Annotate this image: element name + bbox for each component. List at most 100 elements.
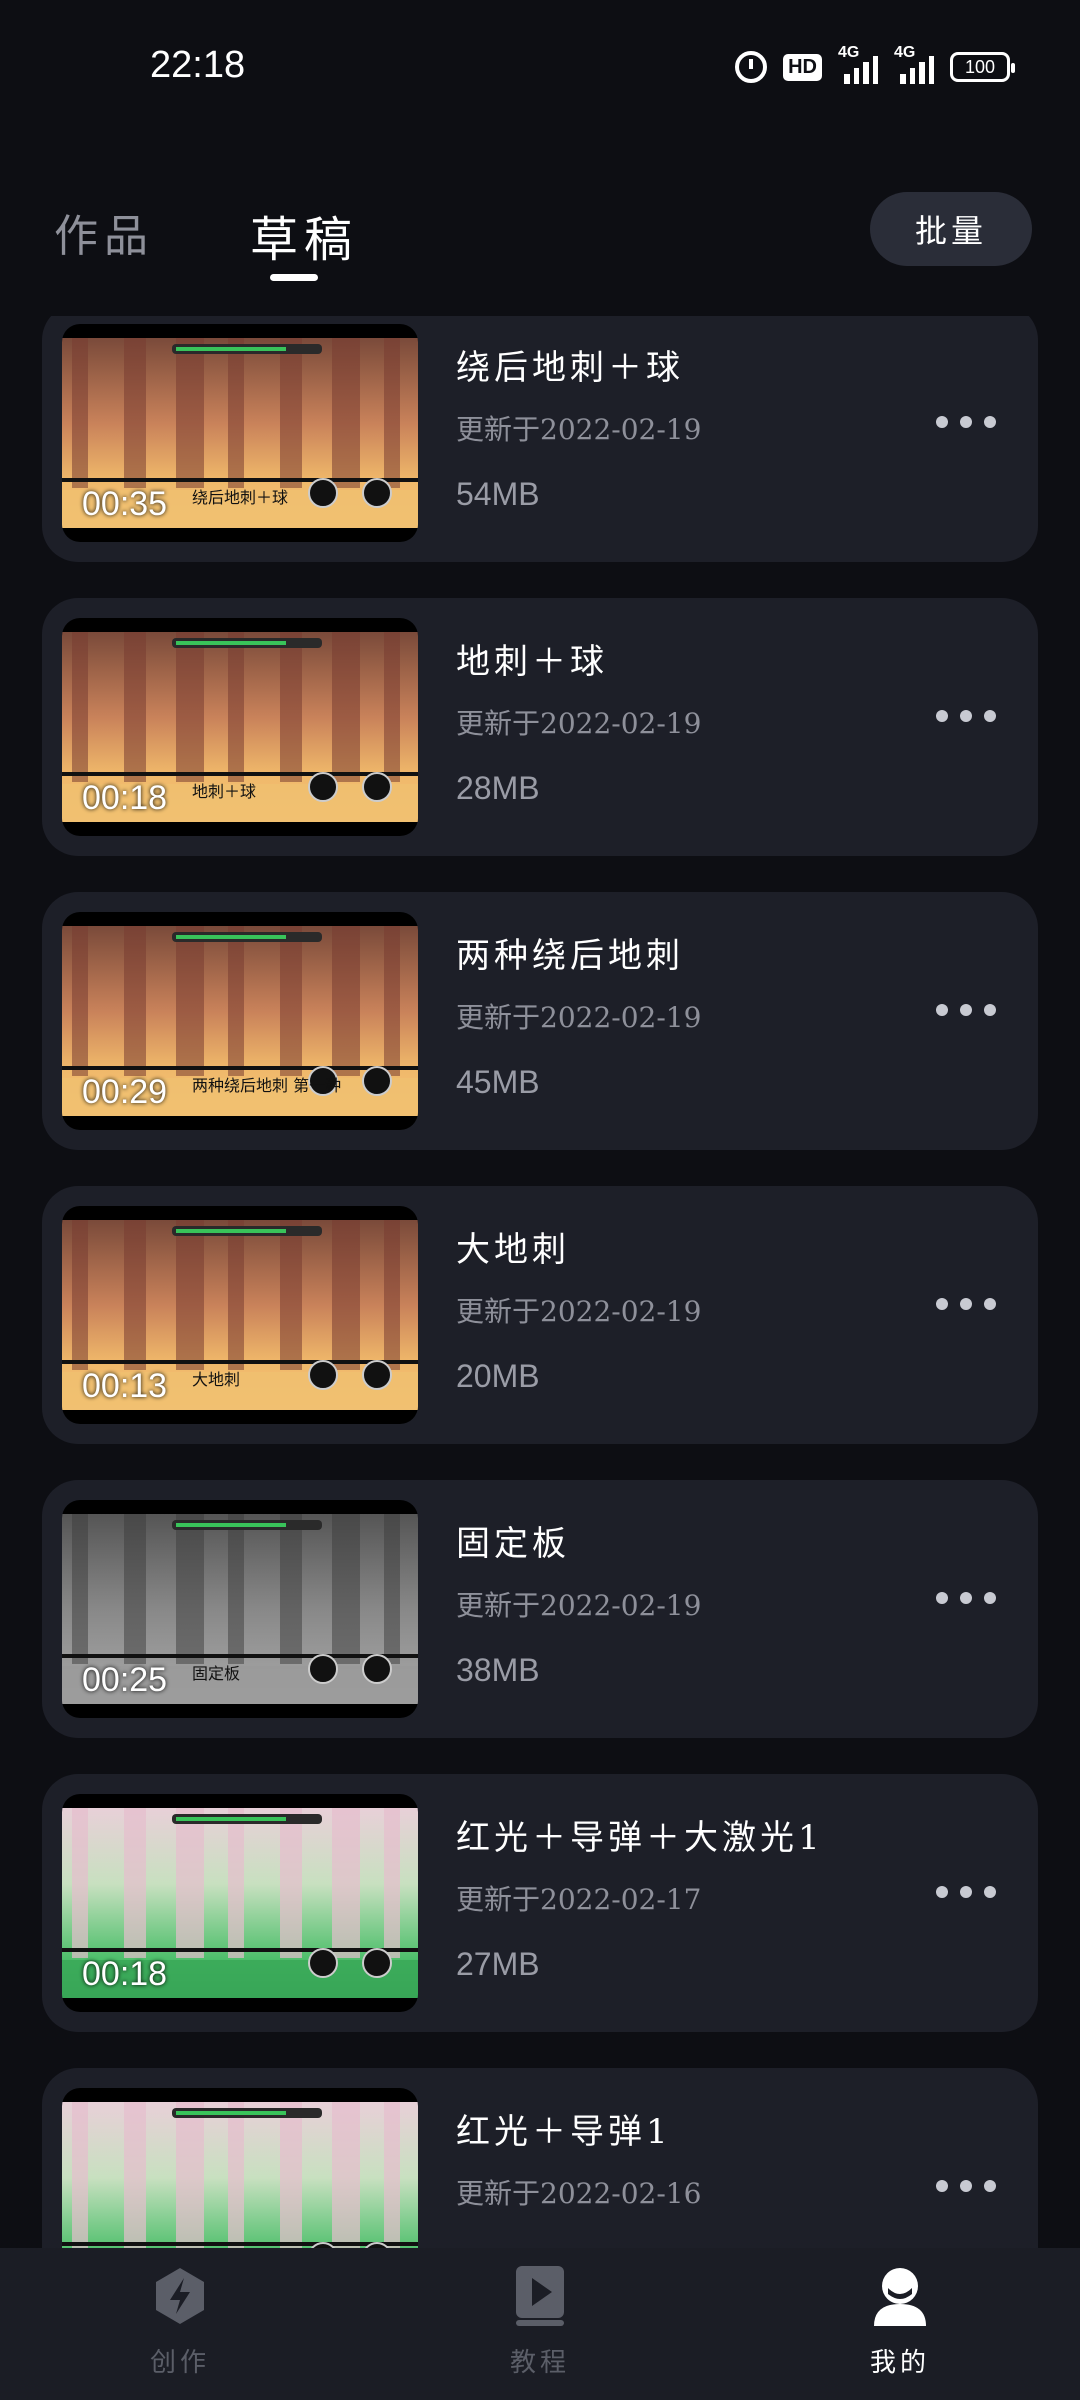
draft-card[interactable]: 大地刺 00:13 大地刺 更新于2022-02-19 20MB — [42, 1186, 1038, 1444]
draft-thumbnail[interactable]: 地刺＋球 00:18 — [62, 618, 418, 836]
draft-thumbnail[interactable]: 00:18 — [62, 1794, 418, 2012]
alarm-icon — [735, 51, 768, 83]
skill-icon — [362, 1360, 392, 1390]
dot-icon — [960, 710, 972, 722]
thumbnail-caption: 地刺＋球 — [192, 782, 257, 801]
draft-card[interactable]: 两种绕后地刺 第一种 00:29 两种绕后地刺 更新于2022-02-19 45… — [42, 892, 1038, 1150]
thumbnail-ground-line — [62, 478, 418, 482]
more-options-button[interactable] — [936, 710, 996, 722]
draft-updated-date: 更新于2022-02-19 — [456, 413, 702, 446]
skill-icon — [308, 1360, 338, 1390]
skill-icon — [362, 772, 392, 802]
skill-icon — [362, 1066, 392, 1096]
more-options-button[interactable] — [936, 2180, 996, 2192]
dot-icon — [936, 1004, 948, 1016]
thumbnail-hud — [172, 1226, 322, 1236]
nav-tutorial[interactable]: 教程 — [440, 2264, 640, 2379]
top-tabs: 作品 草稿 批量 — [0, 180, 1080, 300]
skill-icon — [362, 1654, 392, 1684]
tab-drafts[interactable]: 草稿 — [250, 200, 358, 270]
draft-file-size: 20MB — [456, 1358, 540, 1394]
thumbnail-ground-line — [62, 1948, 418, 1952]
dot-icon — [984, 1004, 996, 1016]
draft-thumbnail[interactable] — [62, 2088, 418, 2248]
dot-icon — [984, 2180, 996, 2192]
draft-thumbnail[interactable]: 两种绕后地刺 第一种 00:29 — [62, 912, 418, 1130]
draft-title: 大地刺 — [456, 1230, 570, 1270]
thumbnail-caption: 两种绕后地刺 第一种 — [192, 1076, 342, 1095]
draft-file-size: 27MB — [456, 1946, 540, 1982]
bottom-nav: 创作 教程 我的 — [0, 2248, 1080, 2400]
skill-icon — [308, 1654, 338, 1684]
dot-icon — [984, 1298, 996, 1310]
draft-title: 红光＋导弹＋大激光1 — [456, 1818, 824, 1858]
skill-icon — [308, 478, 338, 508]
status-icons: HD 4G 4G 100 — [735, 44, 1015, 84]
draft-title: 绕后地刺＋球 — [456, 348, 684, 388]
thumbnail-ground-line — [62, 1360, 418, 1364]
draft-card[interactable]: 00:18 红光＋导弹＋大激光1 更新于2022-02-17 27MB — [42, 1774, 1038, 2032]
play-book-icon — [516, 2266, 564, 2326]
nav-create[interactable]: 创作 — [80, 2264, 280, 2379]
tab-indicator — [270, 274, 318, 281]
thumbnail-ground-line — [62, 1654, 418, 1658]
draft-file-size: 45MB — [456, 1064, 540, 1100]
draft-updated-date: 更新于2022-02-16 — [456, 2177, 702, 2210]
draft-thumbnail[interactable]: 固定板 00:25 — [62, 1500, 418, 1718]
thumbnail-hud — [172, 2108, 322, 2118]
video-duration: 00:18 — [82, 779, 168, 817]
thumbnail-caption: 大地刺 — [192, 1370, 241, 1389]
draft-title: 红光＋导弹1 — [456, 2112, 672, 2152]
thumbnail-ground-line — [62, 772, 418, 776]
batch-button[interactable]: 批量 — [870, 192, 1032, 266]
skill-icon — [308, 772, 338, 802]
video-duration: 00:25 — [82, 1661, 168, 1699]
more-options-button[interactable] — [936, 416, 996, 428]
draft-card[interactable]: 红光＋导弹1 更新于2022-02-16 — [42, 2068, 1038, 2248]
thumbnail-scene — [62, 2102, 418, 2248]
dot-icon — [936, 1298, 948, 1310]
dot-icon — [960, 2180, 972, 2192]
dot-icon — [936, 1886, 948, 1898]
user-icon — [874, 2268, 926, 2326]
lightning-icon — [156, 2268, 204, 2324]
draft-card[interactable]: 地刺＋球 00:18 地刺＋球 更新于2022-02-19 28MB — [42, 598, 1038, 856]
more-options-button[interactable] — [936, 1298, 996, 1310]
skill-icon — [362, 1948, 392, 1978]
video-duration: 00:18 — [82, 1955, 168, 1993]
draft-updated-date: 更新于2022-02-19 — [456, 707, 702, 740]
thumbnail-ground-line — [62, 1066, 418, 1070]
status-time: 22:18 — [150, 44, 246, 86]
draft-card[interactable]: 绕后地刺＋球 00:35 绕后地刺＋球 更新于2022-02-19 54MB — [42, 316, 1038, 562]
dot-icon — [960, 1004, 972, 1016]
nav-label: 教程 — [509, 2348, 570, 2378]
video-duration: 00:35 — [82, 485, 168, 523]
video-duration: 00:29 — [82, 1073, 168, 1111]
thumbnail-hud — [172, 1814, 322, 1824]
signal-icon: 4G — [838, 44, 878, 84]
draft-thumbnail[interactable]: 绕后地刺＋球 00:35 — [62, 324, 418, 542]
more-options-button[interactable] — [936, 1004, 996, 1016]
tab-works[interactable]: 作品 — [54, 200, 154, 264]
more-options-button[interactable] — [936, 1886, 996, 1898]
dot-icon — [960, 1592, 972, 1604]
draft-card[interactable]: 固定板 00:25 固定板 更新于2022-02-19 38MB — [42, 1480, 1038, 1738]
dot-icon — [984, 1592, 996, 1604]
draft-updated-date: 更新于2022-02-19 — [456, 1589, 702, 1622]
nav-label: 创作 — [149, 2348, 210, 2378]
dot-icon — [984, 1886, 996, 1898]
nav-mine[interactable]: 我的 — [800, 2264, 1000, 2379]
dot-icon — [960, 1298, 972, 1310]
skill-icon — [308, 1948, 338, 1978]
dot-icon — [960, 416, 972, 428]
draft-file-size: 54MB — [456, 476, 540, 512]
draft-list[interactable]: 绕后地刺＋球 00:35 绕后地刺＋球 更新于2022-02-19 54MB 地… — [0, 316, 1080, 2248]
thumbnail-hud — [172, 638, 322, 648]
nav-label: 我的 — [869, 2348, 930, 2378]
draft-updated-date: 更新于2022-02-17 — [456, 1883, 702, 1916]
more-options-button[interactable] — [936, 1592, 996, 1604]
draft-thumbnail[interactable]: 大地刺 00:13 — [62, 1206, 418, 1424]
thumbnail-trees — [62, 2102, 418, 2248]
battery-icon: 100 — [950, 52, 1015, 82]
draft-file-size: 38MB — [456, 1652, 540, 1688]
